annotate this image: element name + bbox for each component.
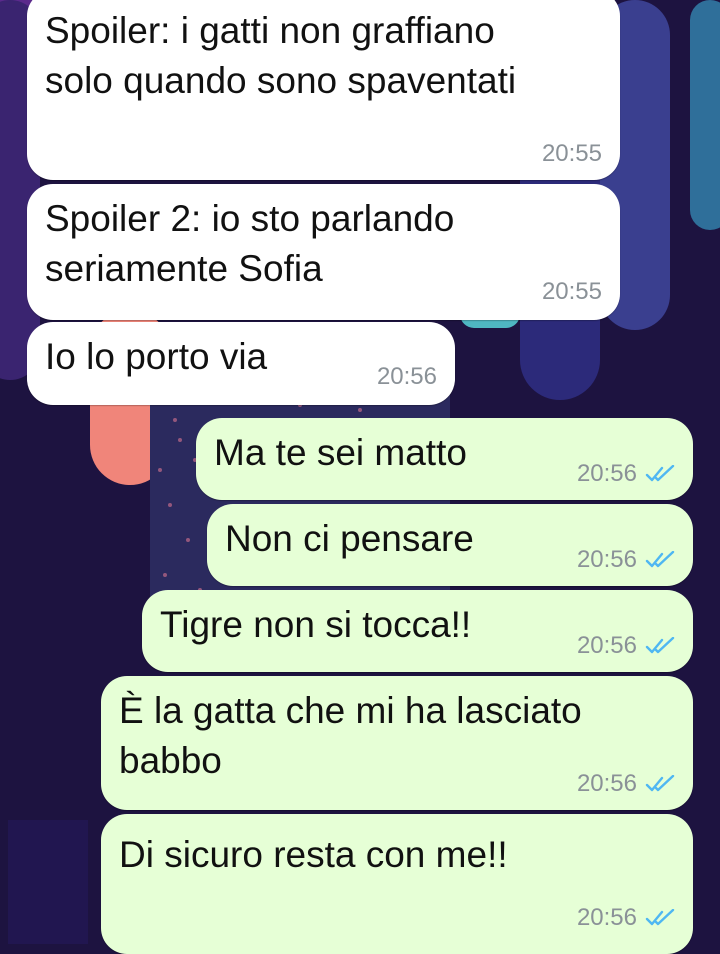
message-meta: 20:56 — [577, 546, 675, 574]
message-text: Di sicuro resta con me!! — [119, 834, 508, 875]
message-timestamp: 20:55 — [541, 278, 602, 305]
message-meta: 20:56 — [577, 770, 675, 798]
message-text: Spoiler 2: io sto parlando seriamente So… — [45, 198, 455, 289]
double-check-read-icon — [645, 909, 675, 926]
message-bubble-outgoing[interactable]: Ma te sei matto 20:56 — [196, 418, 693, 500]
message-meta: 20:55 — [542, 140, 602, 168]
double-check-read-icon — [645, 775, 675, 792]
message-bubble-incoming[interactable]: Spoiler 2: io sto parlando seriamente So… — [27, 184, 620, 320]
double-check-read-icon — [645, 637, 675, 654]
double-check-read-icon — [645, 551, 675, 568]
message-timestamp: 20:56 — [576, 546, 637, 573]
message-timestamp: 20:56 — [576, 632, 637, 659]
message-bubble-incoming[interactable]: Spoiler: i gatti non graffiano solo quan… — [27, 0, 620, 180]
message-timestamp: 20:56 — [576, 770, 637, 797]
message-bubble-outgoing[interactable]: Non ci pensare 20:56 — [207, 504, 693, 586]
double-check-read-icon — [645, 465, 675, 482]
message-meta: 20:55 — [542, 278, 602, 306]
message-bubble-outgoing[interactable]: È la gatta che mi ha lasciato babbo 20:5… — [101, 676, 693, 810]
message-meta: 20:56 — [577, 460, 675, 488]
message-meta: 20:56 — [577, 904, 675, 932]
message-timestamp: 20:56 — [576, 460, 637, 487]
message-text: Spoiler: i gatti non graffiano solo quan… — [45, 10, 517, 101]
message-bubble-outgoing[interactable]: Di sicuro resta con me!! 20:56 — [101, 814, 693, 954]
message-bubble-outgoing[interactable]: Tigre non si tocca!! 20:56 — [142, 590, 693, 672]
message-meta: 20:56 — [577, 632, 675, 660]
message-timestamp: 20:55 — [541, 140, 602, 167]
message-bubble-incoming[interactable]: Io lo porto via 20:56 — [27, 322, 455, 405]
message-timestamp: 20:56 — [376, 363, 437, 390]
message-meta: 20:56 — [377, 363, 437, 391]
message-timestamp: 20:56 — [576, 904, 637, 931]
